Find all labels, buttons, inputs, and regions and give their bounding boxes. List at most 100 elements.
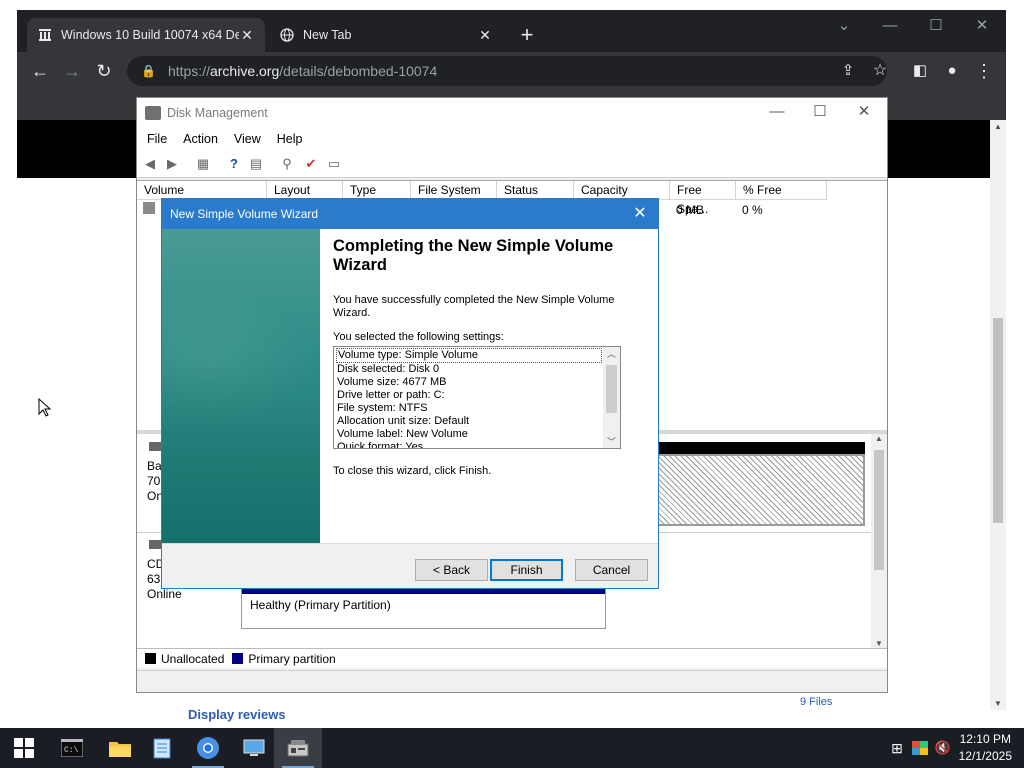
disk0-label-line1: Ba (147, 459, 162, 473)
partition-box[interactable]: Healthy (Primary Partition) (241, 587, 606, 629)
chrome-icon[interactable] (184, 728, 232, 768)
settings-line: Volume type: Simple Volume (336, 348, 602, 363)
scroll-thumb[interactable] (993, 318, 1003, 523)
display-reviews-link[interactable]: Display reviews (188, 707, 286, 722)
bookmark-star-icon[interactable]: ☆ (867, 58, 893, 84)
wizard-side-banner (162, 229, 320, 543)
col-percent-free[interactable]: % Free (736, 181, 827, 200)
files-link[interactable]: 9 Files (800, 696, 832, 708)
svg-text:C:\: C:\ (64, 746, 79, 755)
page-scrollbar[interactable]: ▲ ▼ (990, 120, 1006, 710)
color-app-icon[interactable] (908, 741, 932, 755)
notepad-icon[interactable] (138, 728, 186, 768)
settings-line: Disk selected: Disk 0 (337, 363, 440, 375)
finish-button[interactable]: Finish (490, 559, 563, 581)
reload-icon[interactable]: ↻ (91, 58, 117, 84)
scroll-up-icon[interactable]: ▲ (871, 434, 887, 443)
back-arrow-icon[interactable]: ← (27, 58, 53, 84)
cell-percent-free: 0 % (742, 203, 763, 217)
wizard-body: Completing the New Simple Volume Wizard … (320, 229, 658, 543)
settings-line: Quick format: Yes (337, 441, 424, 449)
address-bar[interactable]: 🔒 https://archive.org/details/debombed-1… (127, 56, 887, 86)
menu-action[interactable]: Action (175, 132, 226, 146)
scroll-thumb[interactable] (606, 365, 617, 413)
legend-primary-swatch (232, 653, 244, 664)
cell-free-space: 0 MB (676, 203, 705, 217)
graph-scrollbar[interactable]: ▲ ▼ (871, 434, 887, 648)
volume-drive-icon (143, 202, 155, 214)
settings-line: Allocation unit size: Default (337, 415, 470, 427)
close-tab-icon[interactable]: ✕ (239, 27, 255, 44)
close-tab-icon[interactable]: ✕ (477, 27, 493, 44)
wizard-close-icon[interactable]: ✕ (630, 199, 650, 229)
chevron-down-icon[interactable]: ﹀ (603, 435, 620, 448)
legend: Unallocated Primary partition (137, 648, 887, 668)
close-window-icon[interactable]: ✕ (959, 12, 1005, 40)
cancel-button[interactable]: Cancel (575, 559, 648, 581)
volume-muted-icon[interactable]: 🔇 (932, 740, 954, 756)
browser-toolbar: ← → ↻ 🔒 https://archive.org/details/debo… (17, 52, 1006, 90)
settings-line: Volume size: 4677 MB (337, 376, 447, 388)
scroll-down-icon[interactable]: ▼ (871, 639, 887, 648)
checklist-icon[interactable]: ✔ (302, 155, 320, 172)
scroll-thumb[interactable] (874, 450, 884, 570)
side-panel-icon[interactable]: ◧ (907, 58, 933, 84)
remote-desktop-icon[interactable] (230, 728, 278, 768)
settings-list[interactable]: Volume type: Simple Volume Disk selected… (333, 346, 621, 449)
tab-search-icon[interactable]: ⌄ (821, 12, 867, 40)
scroll-up-icon[interactable]: ▲ (990, 122, 1006, 131)
menu-view[interactable]: View (226, 132, 269, 146)
dm-maximize-icon[interactable]: ☐ (797, 98, 843, 128)
unallocated-header-bar (657, 442, 865, 454)
rescan-icon[interactable]: ⚲ (278, 155, 296, 172)
forward-icon[interactable]: ▶ (163, 155, 181, 172)
unallocated-region[interactable] (657, 454, 865, 526)
taskbar: C:\ ⊞ 🔇 12:10 PM 12/1/2025 (0, 728, 1024, 768)
minimize-icon[interactable]: — (867, 12, 913, 40)
tab-new-tab[interactable]: New Tab ✕ (269, 18, 503, 52)
tab-archive[interactable]: Windows 10 Build 10074 x64 Del ✕ (27, 18, 265, 52)
menu-file[interactable]: File (139, 132, 175, 146)
archive-icon (37, 27, 53, 43)
legend-unallocated: Unallocated (161, 651, 225, 666)
show-hide-action-pane-icon[interactable]: ▤ (247, 155, 265, 172)
more-menu-icon[interactable]: ⋮ (971, 58, 997, 84)
network-icon[interactable]: ⊞ (886, 740, 908, 757)
wizard-heading: Completing the New Simple Volume Wizard (333, 237, 614, 274)
menu-help[interactable]: Help (269, 132, 311, 146)
col-free-space[interactable]: Free Spa... (670, 181, 736, 216)
clock[interactable]: 12:10 PM 12/1/2025 (959, 731, 1012, 765)
show-hide-tree-icon[interactable]: ▦ (194, 155, 212, 172)
partition-status: Healthy (Primary Partition) (250, 598, 391, 612)
dm-close-icon[interactable]: ✕ (841, 98, 887, 128)
maximize-icon[interactable]: ☐ (913, 12, 959, 40)
chevron-up-icon[interactable]: ︿ (603, 347, 620, 360)
wizard-title: New Simple Volume Wizard (162, 199, 658, 229)
new-tab-button[interactable]: + (513, 22, 541, 50)
start-button[interactable] (0, 728, 48, 768)
scroll-down-icon[interactable]: ▼ (990, 699, 1006, 708)
settings-line: Volume label: New Volume (337, 428, 468, 440)
command-prompt-icon[interactable]: C:\ (48, 728, 96, 768)
settings-scrollbar[interactable]: ︿ ﹀ (603, 347, 620, 448)
lock-icon: 🔒 (141, 64, 156, 78)
clock-time: 12:10 PM (959, 732, 1011, 746)
legend-unallocated-swatch (145, 653, 156, 664)
dm-minimize-icon[interactable]: — (754, 98, 800, 128)
settings-line: File system: NTFS (337, 402, 428, 414)
url-host: archive.org (209, 63, 280, 79)
profile-icon[interactable]: ● (939, 58, 965, 84)
back-button[interactable]: < Back (415, 559, 488, 581)
windows-logo-icon (14, 738, 34, 758)
legend-primary: Primary partition (248, 651, 336, 666)
disk-icon (149, 442, 161, 451)
properties-icon[interactable]: ▭ (325, 155, 343, 172)
url-prefix: https:// (167, 63, 210, 79)
settings-label: You selected the following settings: (333, 331, 504, 343)
share-icon[interactable]: ⇪ (835, 58, 861, 84)
forward-arrow-icon[interactable]: → (59, 58, 85, 84)
file-explorer-icon[interactable] (96, 728, 144, 768)
back-icon[interactable]: ◀ (141, 155, 159, 172)
disk-management-taskbar-icon[interactable] (274, 728, 322, 768)
help-icon[interactable]: ? (225, 155, 243, 172)
